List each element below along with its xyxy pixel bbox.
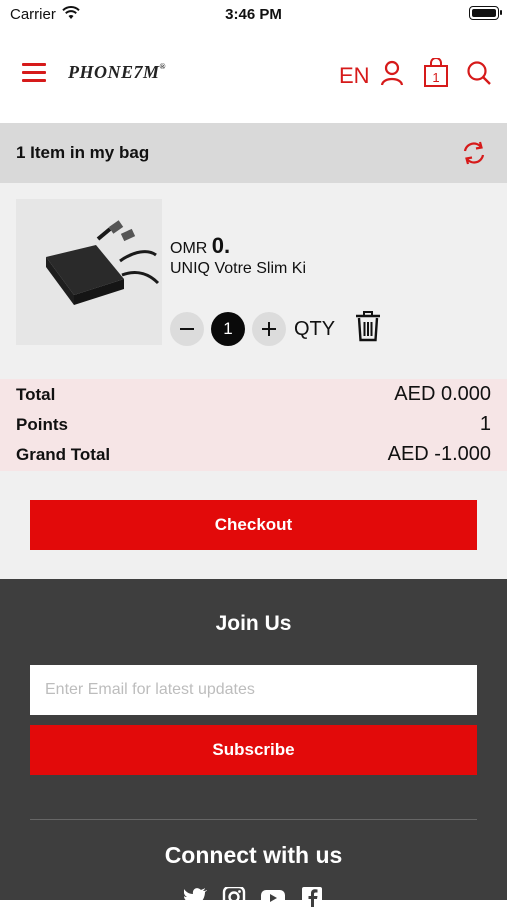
- grand-total-value: AED -1.000: [387, 443, 491, 465]
- decrease-quantity-button[interactable]: [170, 312, 204, 346]
- connect-title: Connect with us: [164, 842, 343, 868]
- order-summary: Total AED 0.000 Points 1 Grand Total AED…: [0, 379, 507, 471]
- checkout-section: Checkout: [0, 471, 507, 579]
- price-amount: 0.: [211, 233, 231, 258]
- quantity-value: 1: [211, 312, 245, 346]
- cart-icon[interactable]: 1: [423, 57, 449, 93]
- trash-icon[interactable]: [354, 310, 382, 347]
- facebook-icon[interactable]: [300, 887, 324, 907]
- user-icon[interactable]: [380, 60, 404, 91]
- subscribe-button[interactable]: Subscribe: [30, 725, 477, 775]
- price-currency: OMR: [170, 240, 208, 257]
- product-name[interactable]: UNIQ Votre Slim Ki: [170, 260, 306, 278]
- item-price: OMR 0.: [170, 233, 230, 259]
- instagram-icon[interactable]: [222, 885, 246, 909]
- quantity-label: QTY: [294, 318, 336, 340]
- points-value: 1: [479, 413, 491, 435]
- grand-total-label: Grand Total: [16, 445, 111, 464]
- total-label: Total: [16, 385, 56, 404]
- logo-text: PHONE7M: [68, 62, 160, 82]
- bag-header: 1 Item in my bag: [0, 123, 507, 183]
- grand-total-row: Grand Total AED -1.000: [16, 443, 491, 467]
- youtube-icon[interactable]: [261, 887, 285, 907]
- total-value: AED 0.000: [394, 383, 491, 405]
- battery-icon: [469, 6, 502, 20]
- brand-logo[interactable]: PHONE7M®: [68, 62, 166, 83]
- product-image[interactable]: [16, 199, 162, 345]
- total-row: Total AED 0.000: [16, 383, 491, 407]
- checkout-button[interactable]: Checkout: [30, 500, 477, 550]
- language-selector[interactable]: EN: [339, 63, 370, 89]
- menu-icon[interactable]: [22, 63, 46, 83]
- points-row: Points 1: [16, 413, 491, 437]
- status-bar: Carrier 3:46 PM: [0, 0, 507, 30]
- footer: Join Us Subscribe Connect with us: [0, 579, 507, 909]
- search-icon[interactable]: [466, 60, 492, 91]
- twitter-icon[interactable]: [183, 887, 208, 907]
- refresh-icon[interactable]: [461, 141, 487, 170]
- bag-title: 1 Item in my bag: [16, 143, 150, 162]
- points-label: Points: [16, 415, 68, 434]
- cart-item: OMR 0. UNIQ Votre Slim Ki 1 QTY: [0, 183, 507, 379]
- join-us-title: Join Us: [215, 612, 292, 635]
- footer-divider: [30, 819, 477, 820]
- app-header: PHONE7M® EN 1: [0, 30, 507, 122]
- clock: 3:46 PM: [225, 6, 282, 23]
- increase-quantity-button[interactable]: [252, 312, 286, 346]
- email-input[interactable]: [30, 665, 477, 715]
- cart-count: 1: [432, 70, 439, 85]
